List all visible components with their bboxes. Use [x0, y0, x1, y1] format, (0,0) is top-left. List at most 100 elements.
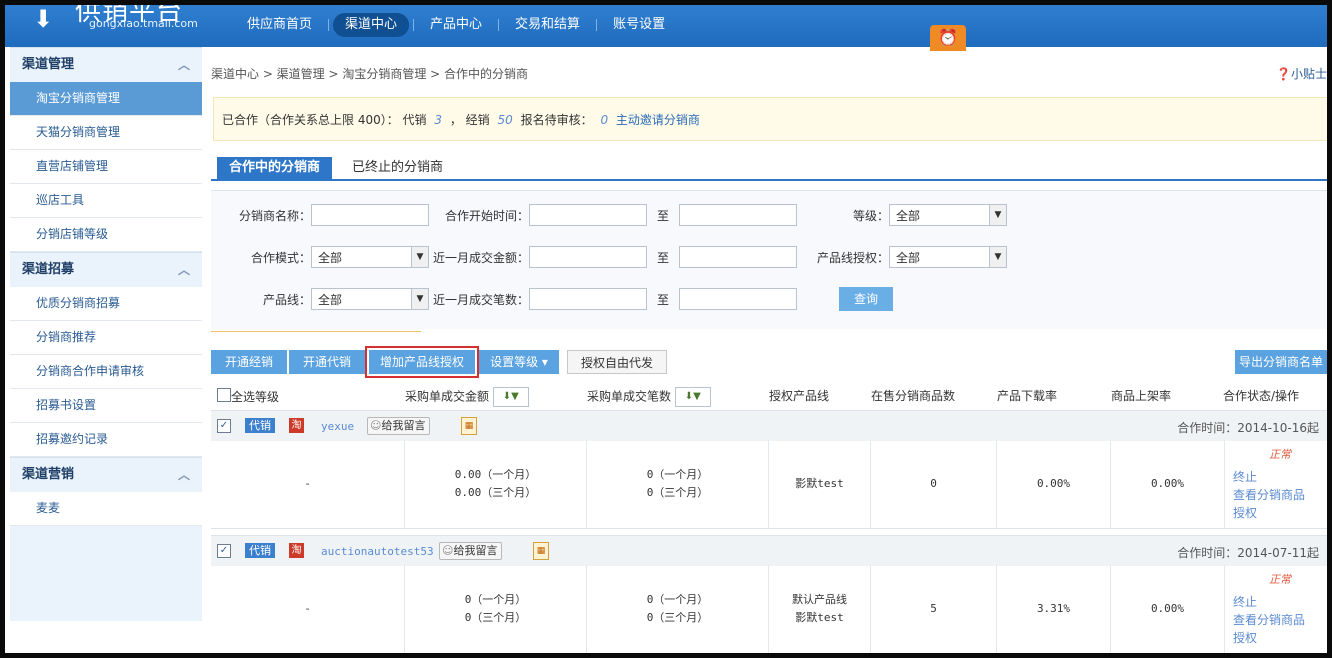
header-amount-label: 采购单成交金额: [405, 389, 490, 404]
start-time-from-input[interactable]: [529, 204, 647, 226]
sort-count-toggle[interactable]: ⬇▼: [674, 387, 711, 407]
sidebar-section-channel-management[interactable]: 渠道管理 ︿: [10, 47, 202, 82]
count-label: 近一月成交笔数：: [432, 292, 529, 307]
distributor-name-link[interactable]: yexue: [321, 420, 354, 433]
nav-channel-center[interactable]: 渠道中心: [333, 13, 410, 37]
count-to-input[interactable]: [679, 288, 798, 310]
sidebar: 渠道管理 ︿ 淘宝分销商管理 天猫分销商管理 直营店铺管理 巡店工具 分销店铺等…: [10, 47, 202, 621]
export-list-button[interactable]: 导出分销商名单: [1235, 350, 1327, 374]
chevron-up-icon[interactable]: ︿: [178, 458, 190, 492]
sidebar-item-maimai[interactable]: 麦麦: [10, 492, 202, 526]
consign-badge: 代销: [245, 543, 275, 558]
authorize-link[interactable]: 授权: [1233, 629, 1257, 647]
sidebar-item-taobao-distributors[interactable]: 淘宝分销商管理: [10, 82, 202, 116]
level-select[interactable]: 全部 ▼: [889, 204, 1008, 226]
name-label: 分销商名称：: [238, 208, 311, 223]
nav-divider: [596, 19, 598, 31]
dropdown-arrow-icon[interactable]: ▼: [989, 247, 1007, 267]
summary-prefix: 已合作（合作关系总上限 400）： 代销: [222, 113, 427, 127]
table-row-header: ✓ 代销 淘 auctionautotest53 ☺给我留言 ▦ 合作时间：20…: [211, 535, 1327, 566]
cell-amount: 0（一个月） 0（三个月）: [405, 565, 587, 653]
auth-free-dropship-button[interactable]: 授权自由代发: [567, 350, 667, 374]
view-products-link[interactable]: 查看分销商品: [1233, 611, 1305, 629]
leave-message-button[interactable]: ☺给我留言: [439, 542, 503, 560]
mode-label: 合作模式：: [250, 250, 311, 265]
tab-active-distributors[interactable]: 合作中的分销商: [217, 157, 333, 179]
sort-amount-toggle[interactable]: ⬇▼: [492, 387, 529, 407]
sidebar-item-recommend[interactable]: 分销商推荐: [10, 321, 202, 355]
nav-product-center[interactable]: 产品中心: [418, 13, 494, 37]
amount-quarter: 0（三个月）: [464, 611, 527, 624]
sidebar-item-direct-stores[interactable]: 直营店铺管理: [10, 150, 202, 184]
nav-trade-settlement[interactable]: 交易和结算: [503, 13, 592, 37]
auth-label: 产品线授权：: [817, 250, 890, 265]
row-checkbox[interactable]: ✓: [217, 419, 231, 433]
filter-row-2: 合作模式： 全部 ▼ 近一月成交金额： 至 产品线授权： 全部 ▼: [211, 244, 1008, 270]
logo-arrow-icon: ⬇: [33, 5, 54, 33]
sidebar-item-tmall-distributors[interactable]: 天猫分销商管理: [10, 116, 202, 150]
auth-line: 默认产品线: [792, 593, 847, 606]
count-month: 0（一个月）: [646, 468, 709, 481]
amount-from-input[interactable]: [529, 246, 647, 268]
tab-terminated-distributors[interactable]: 已终止的分销商: [340, 157, 456, 179]
distributor-name-input[interactable]: [311, 204, 429, 226]
nav-account-settings[interactable]: 账号设置: [601, 13, 677, 37]
dropdown-arrow-icon[interactable]: ▼: [989, 205, 1007, 225]
sidebar-item-recruit-settings[interactable]: 招募书设置: [10, 389, 202, 423]
view-products-link[interactable]: 查看分销商品: [1233, 486, 1305, 504]
dropdown-arrow-icon[interactable]: ▼: [411, 289, 428, 309]
dropdown-arrow-icon[interactable]: ▼: [411, 247, 428, 267]
authorize-link[interactable]: 授权: [1233, 504, 1257, 522]
header-select-level: 全选等级: [231, 390, 280, 404]
tip-link[interactable]: ❓小贴士: [1276, 65, 1327, 82]
amount-to-input[interactable]: [679, 246, 798, 268]
auth-line: 影默test: [795, 477, 844, 490]
range-to: 至: [657, 250, 670, 265]
range-to: 至: [657, 292, 670, 307]
calendar-icon[interactable]: ▦: [533, 542, 549, 560]
chat-icon: ☺: [370, 419, 382, 432]
cooperation-summary: 已合作（合作关系总上限 400）： 代销 3 ， 经销 50 报名待审核： 0 …: [213, 97, 1327, 141]
invite-distributor-link[interactable]: 主动邀请分销商: [616, 113, 700, 127]
sidebar-item-quality-recruit[interactable]: 优质分销商招募: [10, 287, 202, 321]
open-consignment-button[interactable]: 开通代销: [289, 350, 365, 374]
select-all[interactable]: 全选等级: [217, 387, 279, 405]
select-all-checkbox[interactable]: [217, 388, 231, 402]
terminate-link[interactable]: 终止: [1233, 468, 1257, 486]
product-line-select[interactable]: 全部 ▼: [311, 288, 429, 310]
table-header: 全选等级 采购单成交金额 ⬇▼ 采购单成交笔数 ⬇▼ 授权产品线 在售分销商品数…: [211, 380, 1327, 410]
set-level-button[interactable]: 设置等级 ▾: [479, 350, 559, 374]
nav-divider: [413, 19, 415, 31]
row-checkbox[interactable]: ✓: [217, 544, 231, 558]
distrib-count: 50: [497, 113, 513, 127]
distributor-name-link[interactable]: auctionautotest53: [321, 545, 434, 558]
start-time-to-input[interactable]: [679, 204, 798, 226]
header-amount: 采购单成交金额 ⬇▼: [405, 387, 529, 407]
count-from-input[interactable]: [529, 288, 647, 310]
sidebar-item-patrol-tool[interactable]: 巡店工具: [10, 184, 202, 218]
chevron-up-icon[interactable]: ︿: [178, 48, 190, 82]
sidebar-item-application-review[interactable]: 分销商合作申请审核: [10, 355, 202, 389]
top-bar: ⬇ 供销平台 gongxiao.tmall.com 供应商首页 渠道中心 产品中…: [5, 5, 1327, 51]
mode-select[interactable]: 全部 ▼: [311, 246, 429, 268]
leave-message-label: 给我留言: [453, 544, 498, 557]
query-button[interactable]: 查询: [839, 287, 894, 311]
sidebar-section-channel-marketing[interactable]: 渠道营销 ︿: [10, 457, 202, 492]
sidebar-item-store-levels[interactable]: 分销店铺等级: [10, 218, 202, 252]
nav-supplier-home[interactable]: 供应商首页: [235, 13, 324, 37]
sidebar-item-invite-records[interactable]: 招募邀约记录: [10, 423, 202, 457]
chevron-up-icon[interactable]: ︿: [178, 253, 190, 287]
add-product-line-auth-button[interactable]: 增加产品线授权: [365, 346, 479, 378]
logo-domain: gongxiao.tmall.com: [89, 17, 198, 30]
cell-shelf-rate: 0.00%: [1111, 440, 1225, 528]
table-row: - 0.00（一个月） 0.00（三个月） 0（一个月） 0（三个月） 影默te…: [211, 440, 1327, 529]
auth-value: 全部: [896, 251, 921, 265]
cell-status-actions: 正常 终止 查看分销商品 授权: [1225, 565, 1327, 653]
open-distribution-button[interactable]: 开通经销: [211, 350, 287, 374]
auth-select[interactable]: 全部 ▼: [889, 246, 1008, 268]
terminate-link[interactable]: 终止: [1233, 593, 1257, 611]
leave-message-button[interactable]: ☺给我留言: [367, 417, 431, 435]
sidebar-section-channel-recruitment[interactable]: 渠道招募 ︿: [10, 252, 202, 287]
calendar-icon[interactable]: ▦: [461, 417, 477, 435]
chat-icon: ☺: [442, 544, 454, 557]
